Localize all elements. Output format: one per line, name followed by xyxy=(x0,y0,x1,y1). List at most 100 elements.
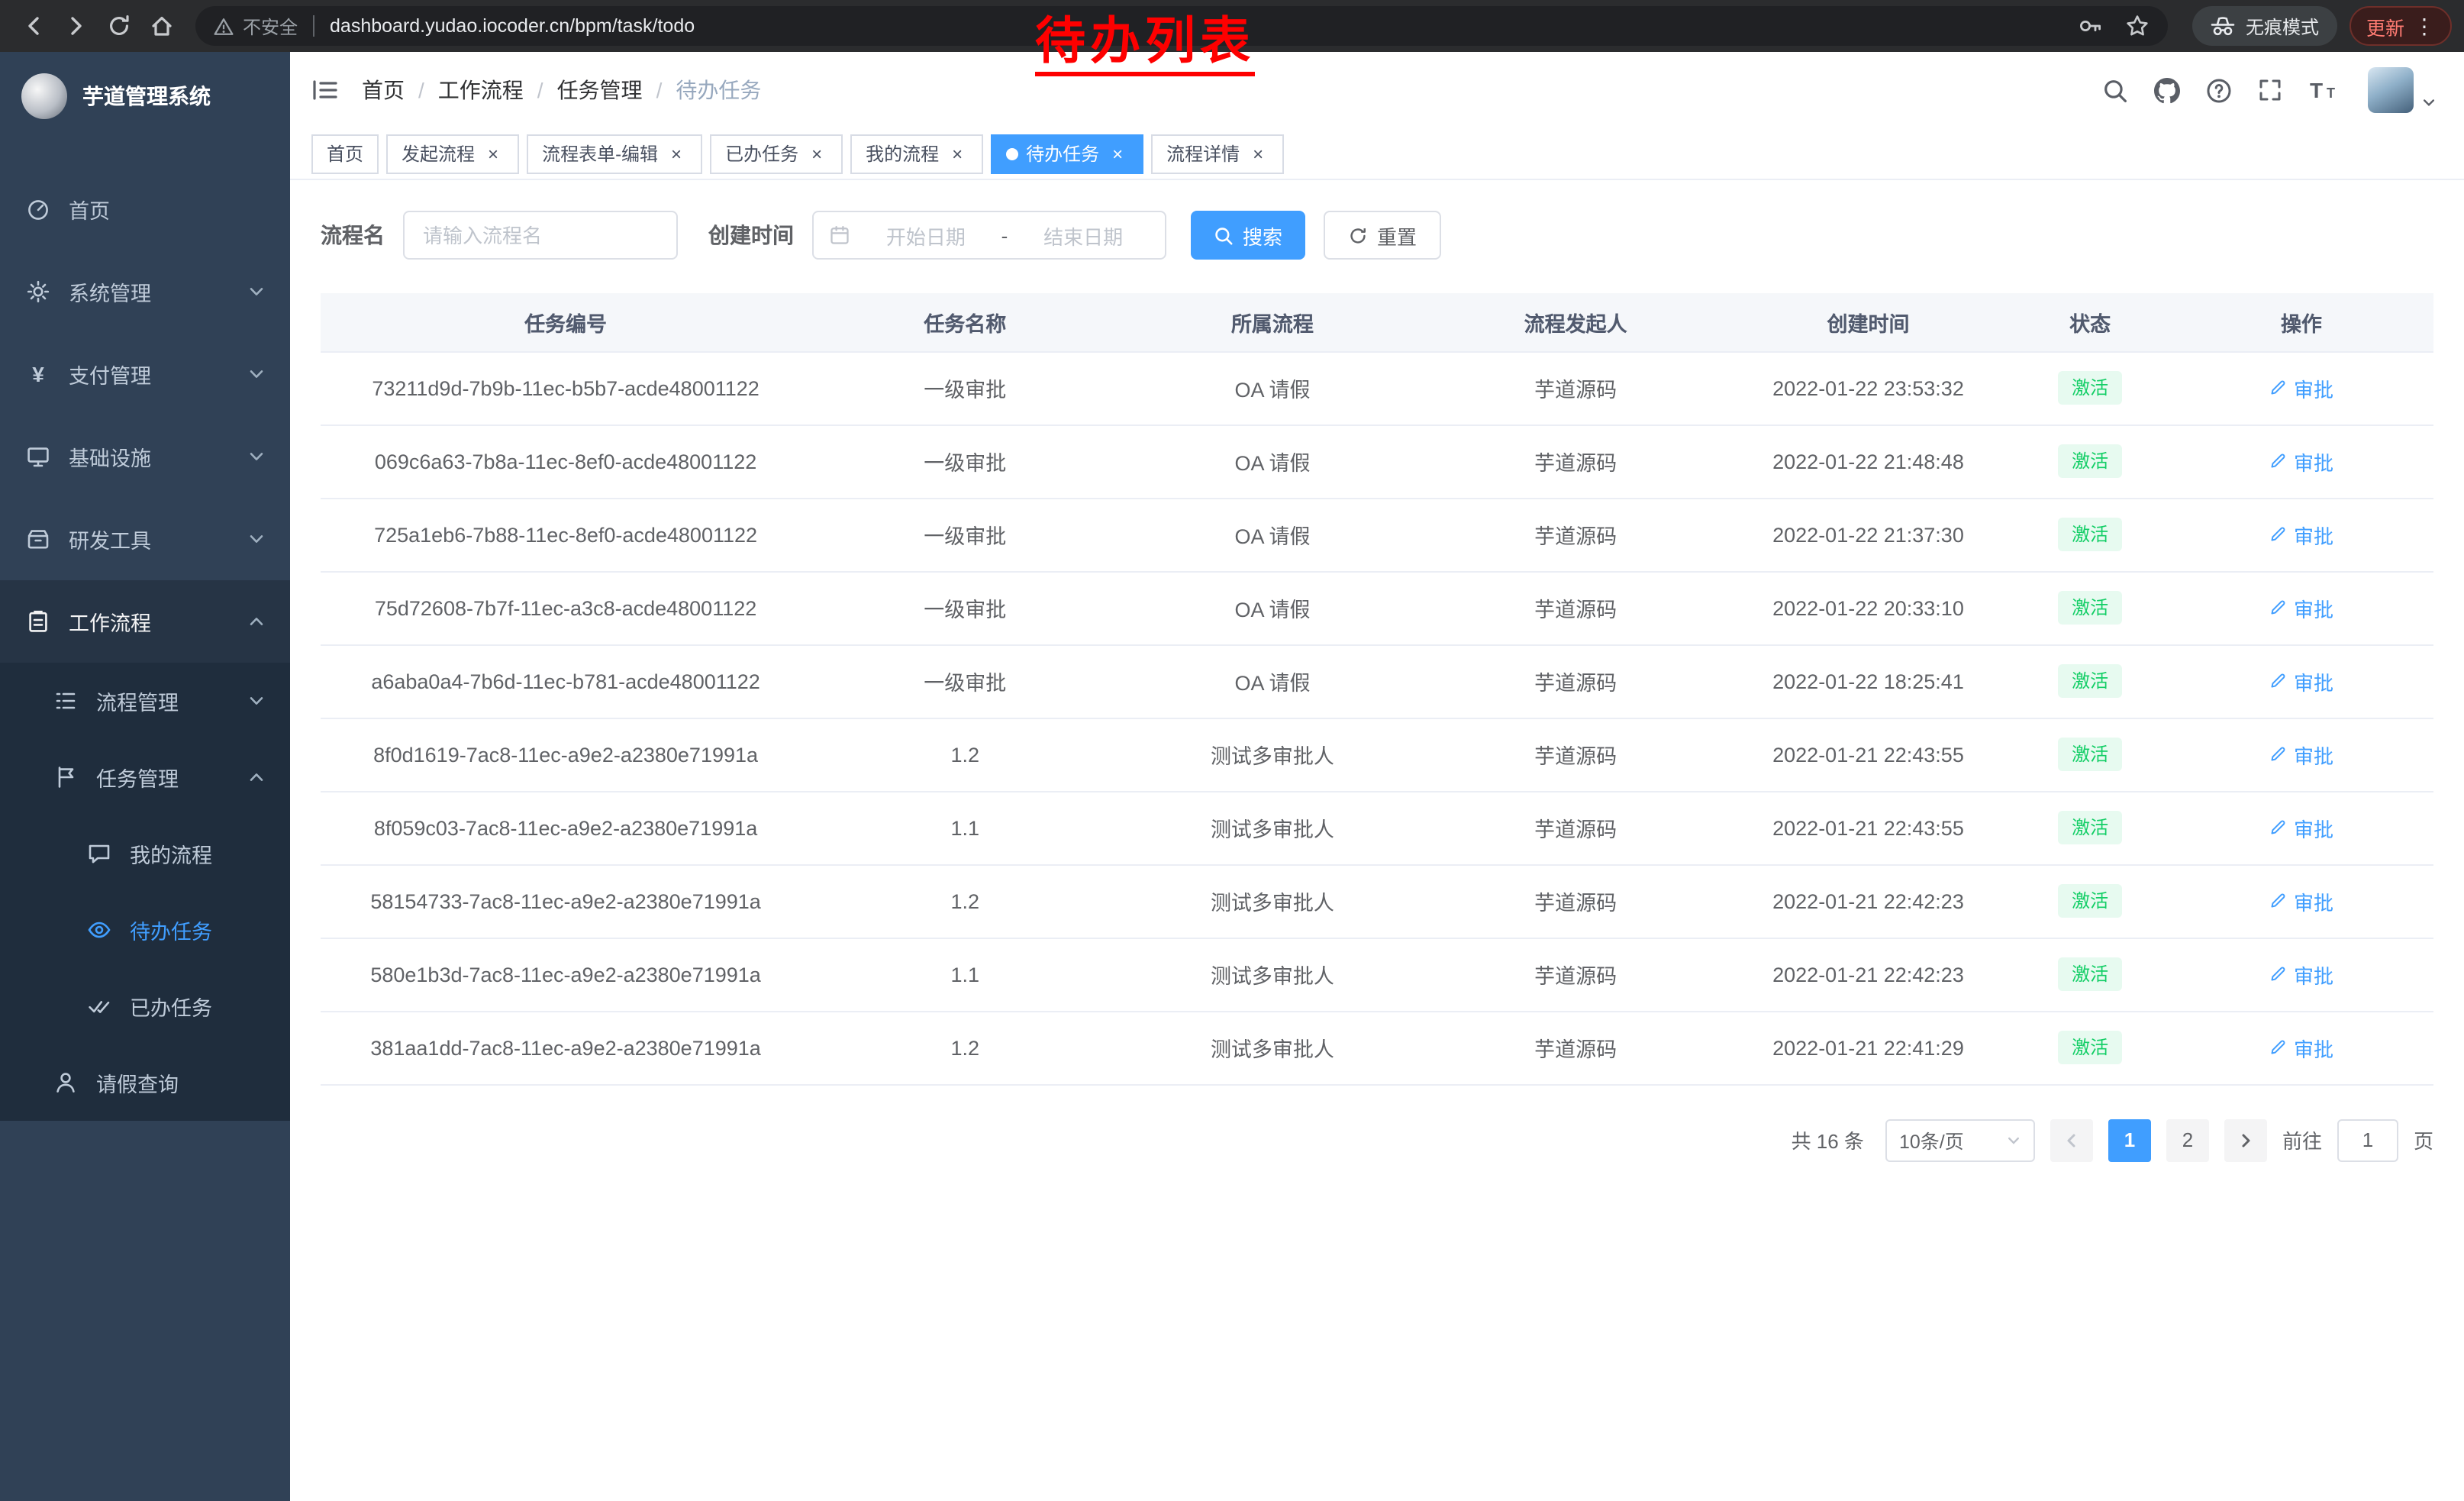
tags-view-bar: 首页 发起流程 × 流程表单-编辑 × 已办任务 × xyxy=(290,128,2464,180)
tab-my-processes[interactable]: 我的流程 × xyxy=(850,134,983,173)
user-menu[interactable] xyxy=(2368,67,2437,113)
approve-link[interactable]: 审批 xyxy=(2269,447,2333,476)
cell-status: 激活 xyxy=(2011,644,2169,718)
sidebar-item-label: 系统管理 xyxy=(69,276,231,307)
help-icon[interactable] xyxy=(2206,77,2232,103)
sidebar-item-process-management[interactable]: 流程管理 xyxy=(0,663,290,739)
sidebar-item-task-management[interactable]: 任务管理 xyxy=(0,739,290,815)
browser-menu-kebab-icon[interactable]: ⋮ xyxy=(2414,15,2435,37)
yen-icon: ¥ xyxy=(24,363,52,385)
sidebar-item-my-processes[interactable]: 我的流程 xyxy=(0,815,290,892)
pagination: 共 16 条 10条/页 1 2 前往 页 xyxy=(290,1085,2464,1161)
breadcrumb-task-management[interactable]: 任务管理 xyxy=(557,75,643,105)
approve-link[interactable]: 审批 xyxy=(2269,593,2333,622)
sidebar-item-workflow[interactable]: 工作流程 xyxy=(0,580,290,663)
cell-created: 2022-01-21 22:43:55 xyxy=(1726,791,2011,864)
approve-link[interactable]: 审批 xyxy=(2269,813,2333,842)
person-icon xyxy=(52,1070,79,1095)
tasks-table: 任务编号 任务名称 所属流程 流程发起人 创建时间 状态 操作 73211d9d… xyxy=(321,293,2433,1085)
app-logo-row[interactable]: 芋道管理系统 xyxy=(0,52,290,140)
table-row: 75d72608-7b7f-11ec-a3c8-acde48001122 一级审… xyxy=(321,571,2433,644)
browser-forward-button[interactable] xyxy=(55,5,98,47)
cell-process: 测试多审批人 xyxy=(1119,938,1425,1011)
close-icon[interactable]: × xyxy=(482,143,504,164)
sidebar-item-label: 任务管理 xyxy=(96,762,231,792)
process-name-input[interactable] xyxy=(403,211,678,260)
search-button[interactable]: 搜索 xyxy=(1191,211,1305,260)
col-actions: 操作 xyxy=(2169,293,2433,351)
cell-created: 2022-01-21 22:41:29 xyxy=(1726,1011,2011,1084)
sidebar-item-leave-query[interactable]: 请假查询 xyxy=(0,1044,290,1121)
cell-process: 测试多审批人 xyxy=(1119,718,1425,791)
breadcrumb-workflow[interactable]: 工作流程 xyxy=(438,75,524,105)
sidebar-item-home[interactable]: 首页 xyxy=(0,168,290,250)
update-button[interactable]: 更新 ⋮ xyxy=(2350,6,2452,46)
cell-initiator: 芋道源码 xyxy=(1426,718,1726,791)
goto-page-input[interactable] xyxy=(2337,1118,2398,1161)
tab-label: 我的流程 xyxy=(866,140,939,166)
tab-process-form-edit[interactable]: 流程表单-编辑 × xyxy=(527,134,702,173)
close-icon[interactable]: × xyxy=(806,143,827,164)
svg-text:T: T xyxy=(2310,79,2323,102)
approve-link[interactable]: 审批 xyxy=(2269,373,2333,402)
bookmark-star-icon[interactable] xyxy=(2125,14,2150,38)
chevron-down-icon xyxy=(2006,1132,2021,1148)
create-time-label: 创建时间 xyxy=(708,220,794,250)
close-icon[interactable]: × xyxy=(666,143,687,164)
tab-home[interactable]: 首页 xyxy=(311,134,379,173)
cell-task-name: 1.1 xyxy=(811,938,1119,1011)
table-row: 8f0d1619-7ac8-11ec-a9e2-a2380e71991a 1.2… xyxy=(321,718,2433,791)
sidebar-item-dev-tools[interactable]: 研发工具 xyxy=(0,498,290,580)
browser-home-button[interactable] xyxy=(140,5,183,47)
tab-done-tasks[interactable]: 已办任务 × xyxy=(710,134,843,173)
calendar-icon xyxy=(829,224,850,246)
next-page-button[interactable] xyxy=(2224,1118,2267,1161)
close-icon[interactable]: × xyxy=(1107,143,1128,164)
cell-action: 审批 xyxy=(2169,644,2433,718)
password-key-icon[interactable] xyxy=(2078,14,2102,38)
close-icon[interactable]: × xyxy=(1247,143,1269,164)
sidebar-item-payment-management[interactable]: ¥ 支付管理 xyxy=(0,333,290,415)
not-secure-warning-icon xyxy=(214,16,234,36)
sidebar-item-system-management[interactable]: 系统管理 xyxy=(0,250,290,333)
cell-status: 激活 xyxy=(2011,498,2169,571)
reset-button[interactable]: 重置 xyxy=(1324,211,1441,260)
chevron-down-icon xyxy=(247,447,266,466)
sidebar-item-label: 请假查询 xyxy=(96,1067,266,1098)
prev-page-button[interactable] xyxy=(2050,1118,2093,1161)
status-badge: 激活 xyxy=(2058,1030,2122,1065)
font-size-icon[interactable]: TT xyxy=(2308,78,2339,102)
cell-action: 审批 xyxy=(2169,424,2433,498)
tab-todo-tasks[interactable]: 待办任务 × xyxy=(991,134,1143,173)
browser-reload-button[interactable] xyxy=(98,5,140,47)
cell-initiator: 芋道源码 xyxy=(1426,938,1726,1011)
sidebar-collapse-icon[interactable] xyxy=(311,78,339,102)
page-button-2[interactable]: 2 xyxy=(2166,1118,2209,1161)
tab-process-detail[interactable]: 流程详情 × xyxy=(1151,134,1284,173)
tab-label: 待办任务 xyxy=(1026,140,1099,166)
sidebar-item-todo-tasks[interactable]: 待办任务 xyxy=(0,892,290,968)
approve-link[interactable]: 审批 xyxy=(2269,520,2333,549)
cell-task-id: 580e1b3d-7ac8-11ec-a9e2-a2380e71991a xyxy=(321,938,811,1011)
search-icon[interactable] xyxy=(2102,77,2128,103)
approve-link[interactable]: 审批 xyxy=(2269,740,2333,769)
cell-process: 测试多审批人 xyxy=(1119,864,1425,938)
close-icon[interactable]: × xyxy=(947,143,968,164)
breadcrumb-home[interactable]: 首页 xyxy=(362,75,405,105)
cell-task-name: 1.1 xyxy=(811,791,1119,864)
tab-initiate-process[interactable]: 发起流程 × xyxy=(386,134,519,173)
sidebar-item-done-tasks[interactable]: 已办任务 xyxy=(0,968,290,1044)
approve-link[interactable]: 审批 xyxy=(2269,960,2333,989)
date-range-picker[interactable]: 开始日期 - 结束日期 xyxy=(812,211,1166,260)
page-size-select[interactable]: 10条/页 xyxy=(1885,1118,2035,1161)
cell-initiator: 芋道源码 xyxy=(1426,498,1726,571)
fullscreen-icon[interactable] xyxy=(2258,78,2282,102)
github-icon[interactable] xyxy=(2154,77,2180,103)
browser-back-button[interactable] xyxy=(12,5,55,47)
sidebar-item-infrastructure[interactable]: 基础设施 xyxy=(0,415,290,498)
approve-link[interactable]: 审批 xyxy=(2269,1033,2333,1062)
approve-link[interactable]: 审批 xyxy=(2269,886,2333,915)
page-button-1[interactable]: 1 xyxy=(2108,1118,2151,1161)
cell-task-name: 1.2 xyxy=(811,1011,1119,1084)
approve-link[interactable]: 审批 xyxy=(2269,667,2333,696)
